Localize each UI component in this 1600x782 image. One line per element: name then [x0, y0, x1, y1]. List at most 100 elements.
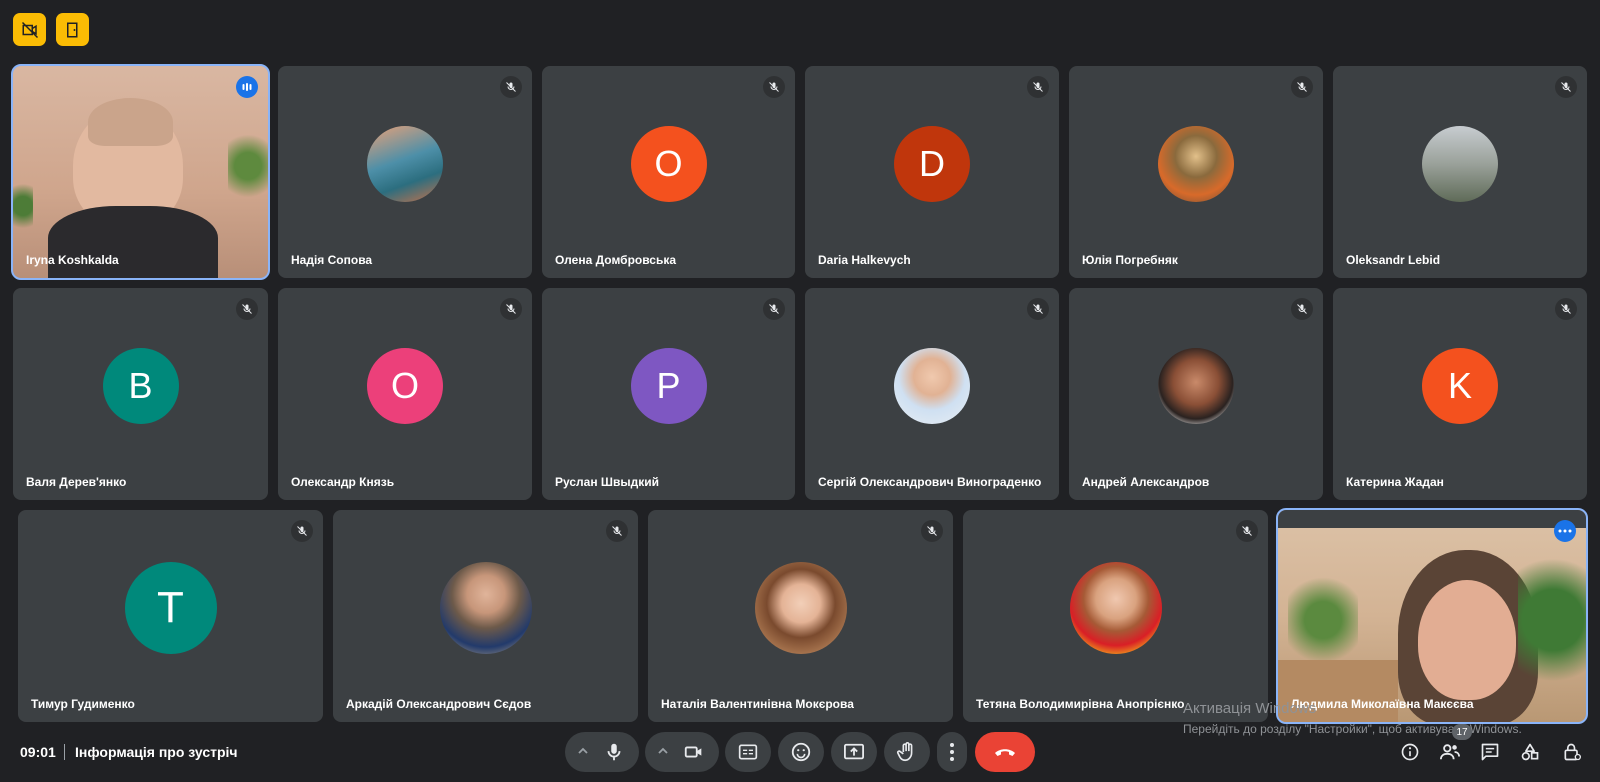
participant-tile[interactable]: T Тимур Гудименко	[18, 510, 323, 722]
participant-name: Сергій Олександрович Винограденко	[818, 475, 1042, 489]
raise-hand-icon	[897, 742, 913, 762]
avatar	[1422, 126, 1498, 202]
participant-name: Юлія Погребняк	[1082, 253, 1178, 267]
participant-name: Аркадій Олександрович Сєдов	[346, 697, 532, 711]
participant-name: Валя Дерев'янко	[26, 475, 127, 489]
participant-name: Iryna Koshkalda	[26, 253, 119, 267]
mic-off-icon	[1555, 76, 1577, 98]
avatar	[367, 126, 443, 202]
participant-tile[interactable]: P Руслан Швыдкий	[542, 288, 795, 500]
more-options-button[interactable]	[937, 732, 967, 772]
present-button[interactable]	[831, 732, 877, 772]
top-badges	[13, 13, 89, 46]
participant-tile[interactable]: O Олександр Князь	[278, 288, 532, 500]
mic-off-icon	[763, 298, 785, 320]
mic-off-icon	[500, 298, 522, 320]
avatar	[439, 562, 532, 654]
participant-tile[interactable]: Наталія Валентинівна Мокєрова	[648, 510, 953, 722]
participant-name: Наталія Валентинівна Мокєрова	[661, 697, 854, 711]
participant-name: Тетяна Володимирівна Анопрієнко	[976, 697, 1185, 711]
participant-name: Надія Сопова	[291, 253, 373, 267]
participant-tile[interactable]: Юлія Погребняк	[1069, 66, 1323, 278]
participant-name: Катерина Жадан	[1346, 475, 1444, 489]
captions-icon	[738, 744, 758, 760]
mic-off-icon	[291, 520, 313, 542]
avatar-initial: T	[124, 562, 217, 654]
mic-off-icon	[1291, 298, 1313, 320]
mic-control-group	[565, 732, 639, 772]
end-call-icon	[995, 749, 1015, 756]
bottom-bar: 09:01 Інформація про зустріч 17	[0, 722, 1600, 782]
mic-off-icon	[763, 76, 785, 98]
chevron-up-icon[interactable]	[657, 744, 669, 762]
chat-icon	[1481, 743, 1499, 761]
mic-off-icon	[1555, 298, 1577, 320]
participant-tile[interactable]: Надія Сопова	[278, 66, 532, 278]
participant-tile[interactable]: Сергій Олександрович Винограденко	[805, 288, 1059, 500]
mic-off-icon	[1027, 76, 1049, 98]
activities-button[interactable]	[1516, 738, 1544, 766]
door-icon	[66, 22, 77, 37]
host-badge[interactable]	[56, 13, 89, 46]
host-controls-button[interactable]	[1558, 738, 1586, 766]
avatar-initial: D	[894, 126, 970, 202]
video-off-icon	[21, 21, 38, 38]
video-feed	[13, 66, 268, 278]
mic-icon[interactable]	[603, 741, 625, 768]
present-icon	[844, 743, 864, 760]
mic-off-icon	[921, 520, 943, 542]
participant-tile[interactable]: Iryna Koshkalda	[11, 64, 270, 280]
raise-hand-button[interactable]	[884, 732, 930, 772]
participant-tile[interactable]: K Катерина Жадан	[1333, 288, 1587, 500]
participant-tile[interactable]: Андрей Александров	[1069, 288, 1323, 500]
recording-off-badge[interactable]	[13, 13, 46, 46]
mic-off-icon	[1236, 520, 1258, 542]
participant-tile[interactable]: D Daria Halkevych	[805, 66, 1059, 278]
avatar	[754, 562, 847, 654]
avatar	[1158, 348, 1234, 424]
avatar	[1158, 126, 1234, 202]
meeting-time: 09:01	[20, 744, 56, 760]
info-button[interactable]	[1396, 738, 1424, 766]
chevron-up-icon[interactable]	[577, 744, 589, 762]
participant-tile[interactable]: Людмила Миколаївна Макєєва	[1276, 508, 1588, 724]
participant-name: Oleksandr Lebid	[1346, 253, 1441, 267]
mic-off-icon	[606, 520, 628, 542]
end-call-button[interactable]	[975, 732, 1035, 772]
participant-tile[interactable]: O Олена Домбровська	[542, 66, 795, 278]
more-options-icon	[950, 743, 954, 761]
divider	[64, 744, 65, 760]
participant-name: Daria Halkevych	[818, 253, 911, 267]
people-button[interactable]	[1436, 738, 1464, 766]
participant-tile[interactable]: Oleksandr Lebid	[1333, 66, 1587, 278]
video-feed	[1278, 510, 1586, 722]
info-icon	[1401, 743, 1419, 761]
avatar	[1069, 562, 1162, 654]
host-controls-icon	[1564, 743, 1581, 761]
avatar	[894, 348, 970, 424]
participant-name: Олександр Князь	[291, 475, 395, 489]
mic-off-icon	[1027, 298, 1049, 320]
participant-tile[interactable]: Аркадій Олександрович Сєдов	[333, 510, 638, 722]
emoji-button[interactable]	[778, 732, 824, 772]
captions-button[interactable]	[725, 732, 771, 772]
camera-icon[interactable]	[683, 741, 705, 768]
participant-name: Тимур Гудименко	[31, 697, 135, 711]
windows-activation-title: Активація Windows	[1183, 700, 1317, 717]
participant-name: Руслан Швыдкий	[555, 475, 659, 489]
meeting-info-link[interactable]: Інформація про зустріч	[75, 744, 238, 760]
speaking-indicator	[236, 76, 258, 98]
avatar-initial: O	[630, 126, 707, 202]
participant-tile[interactable]: Тетяна Володимирівна Анопрієнко	[963, 510, 1268, 722]
avatar-initial: B	[102, 348, 179, 424]
avatar-initial: O	[367, 348, 443, 424]
chat-button[interactable]	[1476, 738, 1504, 766]
more-options-icon[interactable]	[1554, 520, 1576, 542]
activities-icon	[1521, 743, 1539, 761]
participant-name: Андрей Александров	[1082, 475, 1210, 489]
avatar-initial: P	[630, 348, 707, 424]
participant-name: Олена Домбровська	[555, 253, 677, 267]
participant-tile[interactable]: B Валя Дерев'янко	[13, 288, 268, 500]
participant-count-badge: 17	[1452, 724, 1472, 740]
emoji-icon	[791, 742, 811, 762]
